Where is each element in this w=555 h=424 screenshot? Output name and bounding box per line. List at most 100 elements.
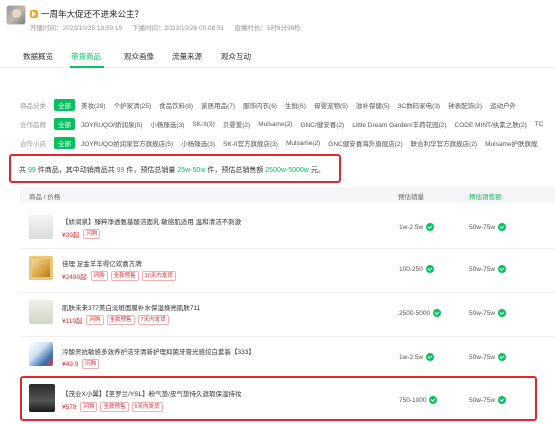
filter-category: 商品分类 全部 美妆(28) 个护家清(25) 食品饮料(8) 家居用品(7) … (20, 99, 524, 111)
product-thumbnail[interactable] (29, 342, 53, 366)
tab-traffic[interactable]: 流量来源 (172, 51, 202, 62)
filter-option[interactable]: 3C数码家电(3) (398, 100, 440, 110)
revenue-value: 50w-75w (469, 353, 507, 361)
sales-text: 1w-2.5w (399, 223, 424, 231)
summary-text: 件，预估总销量 (126, 167, 176, 174)
product-thumbnail[interactable] (29, 300, 53, 324)
filter-option[interactable]: 个护家清(25) (114, 100, 152, 110)
product-tag: 闪购 (82, 359, 100, 369)
product-thumbnail[interactable] (29, 256, 53, 280)
verified-icon (498, 396, 507, 404)
header-revenue[interactable]: 预估销售额 (469, 191, 502, 201)
revenue-text: 50w-75w (469, 353, 496, 361)
revenue-text: 50w-75w (469, 309, 496, 317)
sales-text: 2500-5000 (399, 309, 431, 317)
live-end-time: 下播时间：2023/10/26 00:08:51 (132, 25, 225, 32)
product-thumbnail[interactable] (29, 384, 55, 412)
product-name[interactable]: 佳理 足金羊羊得亿欢喜方牌 (62, 258, 142, 268)
table-row[interactable]: 肌肤未来377美白淡斑面膜补水保湿焕亮肌肤711 ¥119起 闪购 全款预售 7… (20, 294, 555, 334)
filter-option[interactable]: 运动户外 (490, 100, 516, 110)
tab-audience[interactable]: 观众画像 (124, 51, 154, 62)
summary-text: 元。 (310, 167, 325, 174)
live-header: 一周年大促还不进来公主？ 开播时间：2023/10/25 18:59:15 下播… (0, 0, 555, 38)
filter-option[interactable]: TC (535, 121, 544, 128)
verified-icon (498, 309, 507, 317)
table-header: 商品 / 价格 预估销量 预估销售额 (20, 187, 555, 203)
row-divider (20, 248, 555, 249)
filter-option[interactable]: 小杨臻选(3) (181, 138, 215, 148)
filter-brand: 合作品牌 全部 JOYRUQO/娇润泉(5) 小杨臻选(3) SK-II(3) … (20, 118, 551, 130)
filter-option[interactable]: 服饰内衣(6) (243, 100, 277, 110)
product-tag: 闪购 (86, 315, 104, 325)
live-duration: 直播时长：5时9分36秒 (234, 25, 301, 32)
filter-option[interactable]: 家居用品(7) (201, 100, 235, 110)
summary-text: 共 (19, 167, 26, 174)
filter-option[interactable]: SK-II官方旗舰店(3) (223, 138, 278, 148)
filter-option[interactable]: 美妆(28) (81, 100, 106, 110)
filter-option[interactable]: SK-II(3) (192, 121, 214, 128)
product-name[interactable]: 冷酸灵抗敏感多效养护洁牙清新护理抑菌牙膏光感炫白套装【333】 (62, 346, 255, 356)
sales-value: 100-250 (399, 265, 434, 273)
product-tag: 7天内发货 (137, 315, 169, 325)
table-row[interactable]: 冷酸灵抗敏感多效养护洁牙清新护理抑菌牙膏光感炫白套装【333】 ¥49.9 闪购… (20, 338, 555, 376)
tab-interaction[interactable]: 观众互动 (221, 51, 251, 62)
verified-icon (498, 223, 507, 231)
product-thumbnail[interactable] (29, 215, 53, 239)
product-price: ¥49.9 (62, 360, 79, 368)
sales-value: 1w-2.5w (399, 353, 435, 361)
sales-value: 750-1000 (399, 396, 438, 404)
verified-icon (498, 265, 507, 273)
filter-all-chip[interactable]: 全部 (54, 118, 75, 130)
verified-icon (433, 309, 442, 317)
revenue-value: 50w-75w (469, 265, 507, 273)
live-title: 一周年大促还不进来公主？ (41, 9, 144, 19)
product-price: ¥119起 (62, 318, 83, 325)
filter-option[interactable]: JOYRUQO娇润泉官方旗舰店(5) (81, 138, 173, 148)
filter-option[interactable]: JOYRUQO/娇润泉(5) (81, 119, 142, 129)
streamer-avatar[interactable] (6, 5, 26, 25)
filter-option[interactable]: 联合利华官方旗舰店(2) (411, 138, 477, 148)
filter-option[interactable]: 贝婴爱(2) (223, 119, 250, 129)
filter-option[interactable]: 食品饮料(8) (159, 100, 193, 110)
live-meta: 开播时间：2023/10/25 18:59:15 下播时间：2023/10/26… (30, 22, 301, 32)
filter-option[interactable]: 钟表配饰(2) (448, 100, 482, 110)
filter-option[interactable]: 滋补保健(5) (356, 100, 390, 110)
table-row[interactable]: 佳理 足金羊羊得亿欢喜方牌 ¥2490起 闪购 全款预售 10天内发货 100-… (20, 250, 555, 290)
product-price: ¥2490起 (62, 274, 87, 281)
filter-option[interactable]: Little Dream Garden/丰荷花园(2) (352, 119, 446, 129)
filter-option[interactable]: Mulsame护肤旗舰 (485, 138, 537, 148)
product-name[interactable]: 【娇润泉】臻粹净透氨基酸洁面乳 敏感肌适用 温和清洁不刺激 (62, 216, 241, 226)
filter-option[interactable]: 小杨臻选(3) (150, 119, 184, 129)
summary-text: 件商品，其中动销商品共 (37, 167, 115, 174)
row-divider (20, 292, 555, 293)
product-name[interactable]: 【茂业X小翼】【圣罗兰/YSL】粉气垫/皮气垫持久遮瑕保湿持妆 (62, 388, 241, 398)
header-product[interactable]: 商品 / 价格 (29, 191, 60, 201)
filter-option[interactable]: CODE MINT/纨素之肤(2) (455, 119, 527, 129)
filter-option[interactable]: 母婴宠物(5) (314, 100, 348, 110)
filter-all-chip[interactable]: 全部 (54, 99, 75, 111)
revenue-value: 50w-75w (469, 223, 507, 231)
sales-value: 2500-5000 (399, 309, 442, 317)
product-tag: 10天内发货 (141, 271, 176, 281)
filter-option[interactable]: Mulsame(2) (286, 140, 320, 147)
tab-overview[interactable]: 数据概览 (23, 51, 53, 62)
table-row[interactable]: 【娇润泉】臻粹净透氨基酸洁面乳 敏感肌适用 温和清洁不刺激 ¥39起 闪购 1w… (20, 207, 555, 247)
filter-label: 合作品牌 (20, 122, 46, 129)
tab-products[interactable]: 带货商品 (71, 51, 101, 62)
filter-option[interactable]: Mulsame(2) (258, 121, 292, 128)
summary-total-count: 99 (27, 167, 36, 174)
row-divider (20, 336, 555, 337)
filter-option[interactable]: GNC/健安喜(2) (301, 119, 345, 129)
filter-option[interactable]: GNC健安喜海外旗舰店(2) (328, 138, 402, 148)
sales-text: 100-250 (399, 265, 423, 273)
product-name[interactable]: 肌肤未来377美白淡斑面膜补水保湿焕亮肌肤711 (62, 302, 200, 312)
filter-option[interactable]: 生鲜(6) (285, 100, 306, 110)
table-row[interactable]: 【茂业X小翼】【圣罗兰/YSL】粉气垫/皮气垫持久遮瑕保湿持妆 ¥578 闪购 … (20, 378, 555, 420)
filter-all-chip[interactable]: 全部 (54, 137, 75, 149)
revenue-text: 50w-75w (469, 265, 496, 273)
revenue-text: 50w-75w (469, 223, 496, 231)
header-sales[interactable]: 预估销量 (398, 191, 424, 201)
product-tag: 闪购 (83, 229, 101, 239)
revenue-text: 50w-75w (469, 396, 496, 404)
product-tag: 全款预售 (100, 402, 129, 412)
